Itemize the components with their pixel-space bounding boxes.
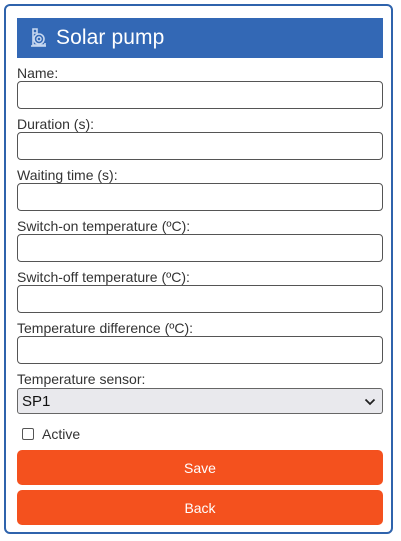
temperature-difference-label: Temperature difference (ºC):: [17, 320, 194, 336]
temperature-difference-input[interactable]: [17, 336, 383, 364]
switch-on-temperature-input[interactable]: [17, 234, 383, 262]
chevron-down-icon: [364, 393, 376, 410]
name-label: Name:: [17, 65, 59, 81]
temperature-sensor-select[interactable]: SP1: [17, 388, 383, 414]
duration-label: Duration (s):: [17, 116, 95, 132]
active-checkbox[interactable]: [22, 428, 34, 440]
active-checkbox-row[interactable]: Active: [22, 426, 80, 442]
pump-icon: [27, 27, 49, 49]
save-button[interactable]: Save: [17, 450, 383, 485]
temperature-sensor-label: Temperature sensor:: [17, 371, 146, 387]
active-label: Active: [42, 426, 81, 442]
switch-off-temperature-label: Switch-off temperature (ºC):: [17, 269, 190, 285]
page-title: Solar pump: [56, 26, 165, 49]
switch-on-temperature-label: Switch-on temperature (ºC):: [17, 218, 191, 234]
name-input[interactable]: [17, 81, 383, 109]
waiting-time-input[interactable]: [17, 183, 383, 211]
switch-off-temperature-input[interactable]: [17, 285, 383, 313]
panel-header: Solar pump: [17, 18, 383, 58]
waiting-time-label: Waiting time (s):: [17, 167, 118, 183]
temperature-sensor-value: SP1: [22, 392, 51, 410]
back-button[interactable]: Back: [17, 490, 383, 525]
duration-input[interactable]: [17, 132, 383, 160]
